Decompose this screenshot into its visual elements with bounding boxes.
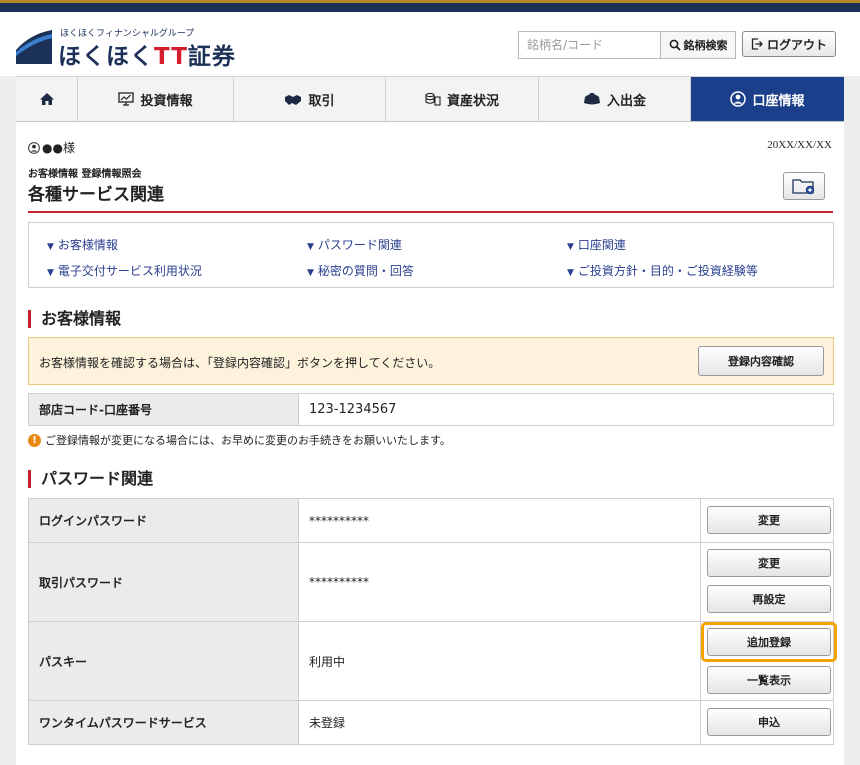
row-value: ********** bbox=[299, 543, 701, 621]
brand-name-tt: TT bbox=[154, 44, 188, 70]
anchor-label: お客様情報 bbox=[57, 238, 118, 252]
table-row: ワンタイムパスワードサービス 未登録 申込 bbox=[29, 701, 833, 745]
brand-name-part: 証券 bbox=[187, 44, 236, 70]
chevron-down-icon: ▼ bbox=[47, 242, 54, 252]
change-caution: ! ご登録情報が変更になる場合には、お早めに変更のお手続きをお願いいたします。 bbox=[28, 432, 451, 448]
caution-text: ご登録情報が変更になる場合には、お早めに変更のお手続きをお願いいたします。 bbox=[45, 434, 451, 447]
page-title: 各種サービス関連 bbox=[28, 185, 164, 205]
nav-label: 投資情報 bbox=[140, 93, 193, 109]
row-value: 利用中 bbox=[299, 622, 701, 700]
nav-label: 取引 bbox=[308, 93, 335, 109]
search-icon bbox=[669, 39, 681, 51]
brand-mark-icon bbox=[16, 28, 52, 64]
row-label: パスキー bbox=[29, 622, 299, 700]
section-anchor-links: ▼ お客様情報 ▼ パスワード関連 ▼ 口座関連 ▼ 電子交付サービス利用状況 ▼ 秘密の… bbox=[28, 222, 834, 288]
apply-otp-button[interactable]: 申込 bbox=[707, 708, 831, 736]
anchor-label: ご投資方針・目的・ご投資経験等 bbox=[577, 264, 758, 278]
anchor-label: 秘密の質問・回答 bbox=[317, 264, 414, 278]
nav-deposit-withdrawal[interactable]: 入出金 bbox=[539, 77, 691, 121]
warning-icon: ! bbox=[28, 433, 41, 447]
folder-add-icon bbox=[792, 179, 815, 195]
chevron-down-icon: ▼ bbox=[567, 268, 574, 278]
user-circle-icon bbox=[730, 91, 747, 107]
table-row: 取引パスワード ********** 変更 再設定 bbox=[29, 543, 833, 622]
anchor-investment-policy[interactable]: ▼ ご投資方針・目的・ご投資経験等 bbox=[567, 262, 758, 279]
brand-logo[interactable]: ほくほくフィナンシャルグループ ほくほくTT証券 bbox=[16, 26, 236, 70]
wallet-icon bbox=[583, 93, 600, 105]
anchor-e-delivery[interactable]: ▼ 電子交付サービス利用状況 bbox=[47, 262, 202, 279]
global-nav: 投資情報 取引 資産状況 入出金 口座情報 bbox=[16, 76, 844, 122]
row-actions: 申込 bbox=[701, 701, 833, 744]
nav-investment-info[interactable]: 投資情報 bbox=[78, 77, 234, 121]
change-login-password-button[interactable]: 変更 bbox=[707, 506, 831, 534]
coins-icon bbox=[425, 92, 441, 106]
password-table: ログインパスワード ********** 変更 取引パスワード ********… bbox=[28, 498, 837, 745]
anchor-label: 電子交付サービス利用状況 bbox=[57, 264, 202, 278]
anchor-label: 口座関連 bbox=[577, 238, 626, 252]
logout-label: ログアウト bbox=[766, 37, 827, 52]
stock-search-label: 銘柄検索 bbox=[683, 39, 728, 52]
current-date: 20XX/XX/XX bbox=[767, 139, 832, 151]
anchor-account[interactable]: ▼ 口座関連 bbox=[567, 236, 626, 253]
bookmark-folder-button[interactable] bbox=[783, 172, 825, 200]
home-icon bbox=[39, 93, 54, 105]
nav-assets[interactable]: 資産状況 bbox=[386, 77, 539, 121]
account-number-table: 部店コード-口座番号 123-1234567 bbox=[28, 393, 834, 426]
anchor-label: パスワード関連 bbox=[317, 238, 402, 252]
user-greeting: ●●様 bbox=[28, 139, 75, 156]
nav-label: 資産状況 bbox=[446, 93, 499, 109]
row-actions: 変更 bbox=[701, 499, 833, 542]
anchor-customer-info[interactable]: ▼ お客様情報 bbox=[47, 236, 118, 253]
breadcrumb: お客様情報 登録情報照会 bbox=[28, 169, 142, 180]
top-accent-bar bbox=[0, 0, 860, 12]
row-value: ********** bbox=[299, 499, 701, 542]
row-label: ワンタイムパスワードサービス bbox=[29, 701, 299, 744]
nav-label: 口座情報 bbox=[752, 93, 805, 109]
change-trade-password-button[interactable]: 変更 bbox=[707, 549, 831, 577]
handshake-icon bbox=[285, 94, 302, 105]
table-row: ログインパスワード ********** 変更 bbox=[29, 499, 833, 543]
brand-name: ほくほくTT証券 bbox=[58, 37, 236, 71]
brand-name-part: ほくほく bbox=[58, 44, 154, 70]
site-header: ほくほくフィナンシャルグループ ほくほくTT証券 銘柄検索 ログアウト bbox=[0, 12, 860, 76]
add-passkey-button[interactable]: 追加登録 bbox=[707, 628, 831, 656]
confirm-registration-button[interactable]: 登録内容確認 bbox=[698, 346, 824, 376]
stock-search-button[interactable]: 銘柄検索 bbox=[660, 31, 736, 59]
nav-home[interactable] bbox=[16, 77, 78, 121]
row-label: 取引パスワード bbox=[29, 543, 299, 621]
nav-account-info[interactable]: 口座情報 bbox=[691, 77, 844, 121]
user-icon bbox=[28, 141, 40, 154]
account-number-value: 123-1234567 bbox=[309, 402, 397, 417]
section-title-password: パスワード関連 bbox=[28, 470, 153, 488]
row-actions: 変更 再設定 bbox=[701, 543, 833, 621]
nav-trading[interactable]: 取引 bbox=[234, 77, 386, 121]
nav-label: 入出金 bbox=[606, 93, 646, 109]
main-content: ●●様 20XX/XX/XX お客様情報 登録情報照会 各種サービス関連 ▼ お客… bbox=[16, 122, 844, 765]
user-name: ●●様 bbox=[42, 141, 75, 155]
anchor-secret-question[interactable]: ▼ 秘密の質問・回答 bbox=[307, 262, 414, 279]
row-value: 未登録 bbox=[299, 701, 701, 744]
title-divider bbox=[28, 211, 833, 213]
reset-trade-password-button[interactable]: 再設定 bbox=[707, 585, 831, 613]
logout-button[interactable]: ログアウト bbox=[742, 31, 836, 57]
anchor-password[interactable]: ▼ パスワード関連 bbox=[307, 236, 402, 253]
table-row: パスキー 利用中 追加登録 一覧表示 bbox=[29, 622, 837, 701]
account-number-label: 部店コード-口座番号 bbox=[29, 394, 299, 425]
stock-search-input[interactable] bbox=[518, 31, 660, 59]
chevron-down-icon: ▼ bbox=[567, 242, 574, 252]
row-label: ログインパスワード bbox=[29, 499, 299, 542]
notice-text: お客様情報を確認する場合は、「登録内容確認」ボタンを押してください。 bbox=[39, 356, 441, 370]
chart-monitor-icon bbox=[118, 92, 135, 106]
logout-icon bbox=[751, 38, 763, 50]
chevron-down-icon: ▼ bbox=[47, 268, 54, 278]
list-passkeys-button[interactable]: 一覧表示 bbox=[707, 666, 831, 694]
chevron-down-icon: ▼ bbox=[307, 268, 314, 278]
notice-box: お客様情報を確認する場合は、「登録内容確認」ボタンを押してください。 登録内容確… bbox=[28, 337, 834, 385]
section-title-customer: お客様情報 bbox=[28, 310, 121, 328]
chevron-down-icon: ▼ bbox=[307, 242, 314, 252]
row-actions: 追加登録 一覧表示 bbox=[701, 622, 837, 700]
